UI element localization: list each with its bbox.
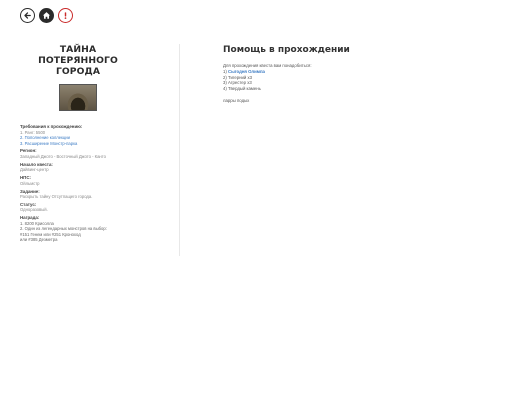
reward-list: 1. 8200 Крисолла 2. Один из легендарных … <box>20 221 136 243</box>
quest-page: ТАЙНА ПОТЕРЯННОГО ГОРОДА Требования к пр… <box>0 0 523 411</box>
top-nav <box>20 8 73 23</box>
help-title: Помощь в прохождении <box>223 45 350 55</box>
exclamation-icon <box>64 12 67 19</box>
home-button[interactable] <box>39 8 54 23</box>
reward-item: или #385 Дезметра <box>20 237 58 243</box>
task-value: Раскрыть тайну Отсутпащего города. <box>20 194 93 200</box>
start-value: Дайвинг-центр <box>20 167 49 173</box>
npc-value: Ойльмстр <box>20 180 40 186</box>
requirement-link-monster-park[interactable]: 3. Расширение Монстр-парка <box>20 141 136 147</box>
quest-details: ТАЙНА ПОТЕРЯННОГО ГОРОДА Требования к пр… <box>20 44 136 245</box>
help-extra-text: ларры подых <box>223 97 250 103</box>
quest-title: ТАЙНА ПОТЕРЯННОГО ГОРОДА <box>38 44 118 77</box>
column-divider <box>179 44 180 256</box>
alert-button[interactable] <box>58 8 73 23</box>
region-value: Западный Джото - Восточный Джото - Канто <box>20 153 106 159</box>
quest-image <box>59 84 97 111</box>
help-item: 4) Твердый камень <box>223 86 261 92</box>
back-button[interactable] <box>20 8 35 23</box>
requirements-list: 1. Ранг: 5500 2. Пополнение коллекции 3.… <box>20 130 136 147</box>
help-panel: Помощь в прохождении Для прохождения кве… <box>223 45 503 104</box>
status-value: Одноразовый. <box>20 207 48 213</box>
arrow-left-icon <box>24 12 31 19</box>
help-item-link[interactable]: Сыгодня Олимпа <box>228 69 265 74</box>
home-icon <box>42 12 51 19</box>
